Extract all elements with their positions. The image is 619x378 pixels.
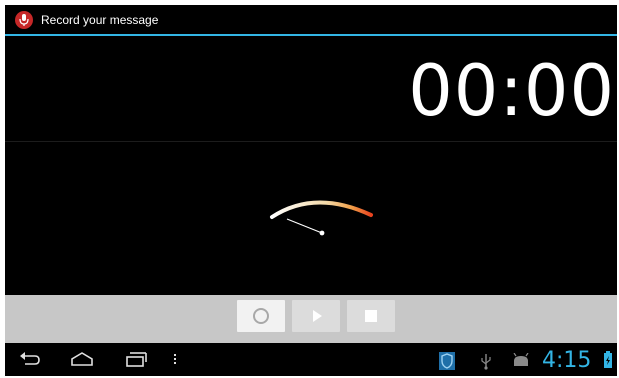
back-icon[interactable] [17,350,43,373]
page-title: Record your message [41,13,159,27]
vu-meter-scale [270,200,373,219]
stop-icon [365,310,377,322]
title-bar: Record your message [5,5,617,36]
vu-meter-needle [286,218,323,234]
play-button[interactable] [292,300,340,332]
record-icon [253,308,269,324]
usb-icon [479,352,493,375]
play-icon [313,310,322,322]
timer-region: 00:00 [5,38,617,142]
screen: Record your message 00:00 4:15 [5,5,617,376]
vu-meter [255,185,385,245]
battery-icon [603,351,613,374]
clock: 4:15 [542,348,592,373]
record-button[interactable] [237,300,285,332]
navigation-bar: 4:15 [5,343,617,376]
stop-button[interactable] [347,300,395,332]
microphone-icon [15,11,33,29]
android-debug-icon [511,352,531,374]
vu-meter-pivot [319,230,325,236]
elapsed-time-display: 00:00 [408,50,615,132]
control-bar [5,295,617,343]
recent-apps-icon[interactable] [122,350,148,373]
shield-notification-icon[interactable] [439,352,455,375]
menu-icon[interactable] [171,350,179,373]
home-icon[interactable] [68,350,96,373]
